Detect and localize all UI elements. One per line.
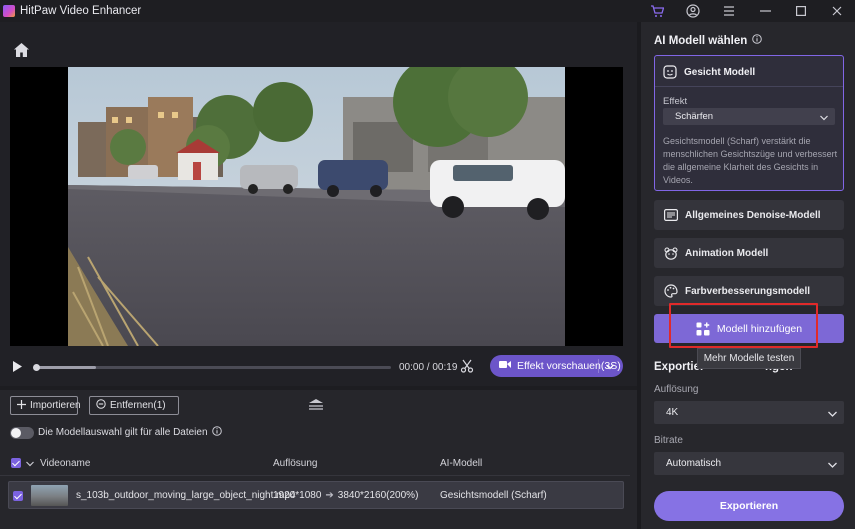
model-card-animation[interactable]: Animation Modell bbox=[654, 238, 844, 268]
chevron-down-icon[interactable] bbox=[26, 459, 34, 470]
row-checkbox[interactable] bbox=[13, 491, 23, 501]
divider bbox=[655, 86, 843, 87]
chevron-down-icon bbox=[820, 113, 828, 124]
export-button[interactable]: Exportieren bbox=[654, 491, 844, 521]
remove-button[interactable]: Entfernen(1) bbox=[89, 396, 179, 415]
table-row[interactable]: s_103b_outdoor_moving_large_object_night… bbox=[8, 481, 624, 509]
button-separator bbox=[598, 359, 599, 373]
apply-all-label: Die Modellauswahl gilt für alle Dateien bbox=[38, 427, 208, 438]
palette-icon bbox=[664, 284, 678, 298]
import-label: Importieren bbox=[30, 400, 81, 411]
minimize-icon[interactable] bbox=[747, 0, 783, 22]
model-name: Allgemeines Denoise-Modell bbox=[685, 209, 821, 221]
info-icon[interactable] bbox=[211, 426, 222, 439]
remove-label: Entfernen(1) bbox=[110, 400, 166, 411]
effect-select-value: Schärfen bbox=[675, 111, 714, 122]
plus-icon bbox=[17, 399, 26, 412]
column-header-resolution: Auflösung bbox=[273, 458, 318, 469]
timeline-progress bbox=[36, 366, 97, 369]
menu-icon[interactable] bbox=[711, 0, 747, 22]
highlight-annotation bbox=[669, 303, 818, 348]
video-camera-icon bbox=[499, 360, 511, 372]
preview-effect-button[interactable]: Effekt vorschauen(3S) bbox=[490, 355, 623, 377]
maximize-icon[interactable] bbox=[783, 0, 819, 22]
bitrate-select[interactable]: Automatisch bbox=[654, 452, 844, 475]
face-icon bbox=[663, 65, 677, 79]
resolution-to: 3840*2160(200%) bbox=[337, 490, 419, 501]
resolution-from: 1920*1080 bbox=[273, 490, 322, 501]
file-table-header: Videoname Auflösung AI-Modell bbox=[0, 452, 630, 476]
app-logo-icon bbox=[3, 5, 15, 17]
file-list-area: Importieren Entfernen(1) Die Modellauswa… bbox=[0, 390, 637, 529]
timeline-slider[interactable] bbox=[33, 364, 391, 371]
denoise-icon bbox=[664, 209, 678, 221]
chevron-down-icon bbox=[828, 460, 837, 471]
app-title: HitPaw Video Enhancer bbox=[20, 5, 142, 17]
apply-all-row: Die Modellauswahl gilt für alle Dateien bbox=[10, 426, 222, 439]
video-frame bbox=[68, 67, 565, 346]
model-card-color[interactable]: Farbverbesserungsmodell bbox=[654, 276, 844, 306]
select-all-checkbox[interactable] bbox=[11, 458, 21, 468]
chevron-down-icon bbox=[828, 409, 837, 420]
left-panel: 00:00 / 00:19 Effekt vorschauen(3S) Impo… bbox=[0, 22, 637, 529]
bitrate-select-value: Automatisch bbox=[666, 458, 722, 469]
ai-model-title-text: AI Modell wählen bbox=[654, 34, 748, 47]
video-thumbnail bbox=[31, 485, 68, 506]
model-card-denoise[interactable]: Allgemeines Denoise-Modell bbox=[654, 200, 844, 230]
cart-icon[interactable] bbox=[639, 0, 675, 22]
effect-label: Effekt bbox=[663, 96, 688, 107]
window-controls bbox=[639, 0, 855, 22]
model-card-gesicht[interactable]: Gesicht Modell Effekt Schärfen Gesichtsm… bbox=[654, 55, 844, 191]
model-card-header: Gesicht Modell bbox=[663, 65, 755, 79]
model-description: Gesichtsmodell (Scharf) verstärkt die me… bbox=[663, 136, 838, 185]
column-header-video: Videoname bbox=[40, 458, 91, 469]
model-name: Animation Modell bbox=[685, 247, 769, 259]
info-icon[interactable] bbox=[752, 34, 763, 47]
effect-select[interactable]: Schärfen bbox=[663, 108, 835, 125]
chevron-down-icon[interactable] bbox=[606, 361, 614, 373]
player-controls: 00:00 / 00:19 Effekt vorschauen(3S) bbox=[0, 352, 637, 382]
tooltip: Mehr Modelle testen bbox=[697, 348, 801, 369]
resolution-select-value: 4K bbox=[666, 407, 679, 418]
animation-bear-icon bbox=[664, 246, 678, 260]
user-icon[interactable] bbox=[675, 0, 711, 22]
video-name: s_103b_outdoor_moving_large_object_night… bbox=[76, 490, 296, 501]
preview-area: 00:00 / 00:19 Effekt vorschauen(3S) bbox=[0, 22, 637, 386]
model-cell: Gesichtsmodell (Scharf) bbox=[440, 490, 547, 501]
play-icon[interactable] bbox=[12, 360, 23, 376]
model-name: Farbverbesserungsmodell bbox=[685, 285, 811, 297]
collapse-panel-icon[interactable] bbox=[308, 398, 324, 413]
remove-circle-icon bbox=[96, 399, 106, 412]
model-name: Gesicht Modell bbox=[684, 66, 756, 78]
resolution-select[interactable]: 4K bbox=[654, 401, 844, 424]
time-display: 00:00 / 00:19 bbox=[399, 362, 458, 373]
apply-all-toggle[interactable] bbox=[10, 426, 34, 439]
ai-model-title: AI Modell wählen bbox=[654, 34, 763, 47]
right-panel: AI Modell wählen Gesicht Modell Effekt S… bbox=[641, 22, 855, 529]
timeline-knob[interactable] bbox=[33, 364, 40, 371]
close-icon[interactable] bbox=[819, 0, 855, 22]
import-button[interactable]: Importieren bbox=[10, 396, 81, 415]
home-icon[interactable] bbox=[13, 42, 30, 59]
column-header-model: AI-Modell bbox=[440, 458, 483, 469]
video-player[interactable] bbox=[10, 67, 623, 346]
title-bar: HitPaw Video Enhancer bbox=[0, 0, 855, 22]
resolution-cell: 1920*1080 ➔ 3840*2160(200%) bbox=[273, 490, 418, 501]
resolution-label: Auflösung bbox=[654, 384, 699, 395]
scissors-icon[interactable] bbox=[460, 359, 474, 376]
bitrate-label: Bitrate bbox=[654, 435, 683, 446]
arrow-right-icon: ➔ bbox=[325, 490, 334, 501]
